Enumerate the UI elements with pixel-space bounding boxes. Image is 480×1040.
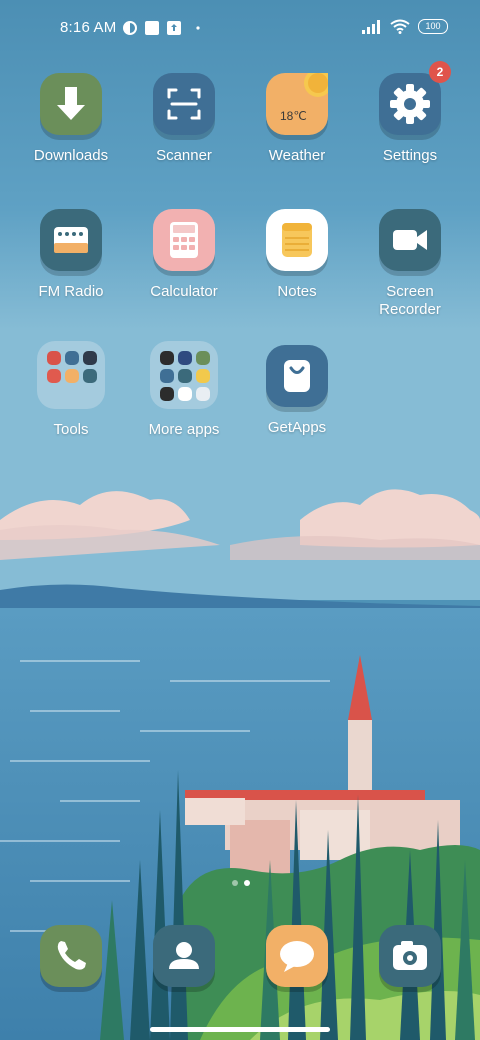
app-label: Notes [277,283,317,300]
mini-browser-icon [196,369,210,383]
messages-icon[interactable] [266,925,328,987]
notes-icon [266,209,328,271]
folder-icon [37,341,105,409]
mini-amazon-icon [160,351,174,365]
folder-more-apps[interactable]: More apps [129,341,239,439]
mini-play-store-icon [178,387,192,401]
app-label: More apps [148,421,220,438]
mini-facebook-icon [178,351,192,365]
app-notes[interactable]: Notes [242,209,352,301]
settings-gear-icon: 2 [379,61,451,135]
app-label-line: Recorder [379,301,441,318]
mini-security-icon [47,369,61,383]
app-getapps[interactable]: GetApps [242,345,352,437]
more-notifications-dot-icon [196,25,201,30]
app-screen-recorder[interactable]: Screen Recorder [355,209,465,319]
mini-tv-icon [196,351,210,365]
mini-netflix-icon [160,387,174,401]
app-weather[interactable]: 18℃ Weather [242,73,352,165]
upload-notification-icon [167,20,182,35]
downloads-icon [40,73,102,135]
notification-badge: 2 [429,61,451,83]
page-indicator [232,880,250,886]
page-dot-active [244,880,250,886]
mini-recorder-icon [47,351,61,365]
camera-icon[interactable] [379,925,441,987]
app-label: Downloads [33,147,109,164]
app-fm-radio[interactable]: FM Radio [16,209,126,301]
weather-temperature: 18℃ [280,109,307,123]
app-label-line: Screen [386,283,434,300]
weather-icon: 18℃ [266,73,328,135]
mini-clock-icon [83,351,97,365]
mini-compass-icon [83,369,97,383]
scanner-icon [153,73,215,135]
contacts-icon[interactable] [153,925,215,987]
battery-indicator: 100 [418,19,448,34]
wifi-icon [390,19,410,34]
data-saver-icon [123,20,138,35]
app-scanner[interactable]: Scanner [129,73,239,165]
notification-square-icon [145,20,160,35]
page-dot [232,880,238,886]
mini-cleaner-icon [65,351,79,365]
app-label: Weather [268,147,326,164]
app-label: Screen Recorder [355,283,465,319]
app-label: FM Radio [38,283,104,300]
phone-icon[interactable] [40,925,102,987]
dock [0,925,480,995]
calculator-icon [153,209,215,271]
folder-icon [150,341,218,409]
radio-icon [40,209,102,271]
app-downloads[interactable]: Downloads [16,73,126,165]
video-camera-icon [379,209,441,271]
clock: 8:16 AM [60,19,117,36]
status-bar: 8:16 AM 100 [0,0,480,56]
mini-app-icon [178,369,192,383]
home-gesture-bar[interactable] [150,1027,330,1032]
app-label: Scanner [156,147,212,164]
app-label: Settings [382,147,438,164]
mini-files-icon [65,369,79,383]
app-calculator[interactable]: Calculator [129,209,239,301]
signal-icon [362,19,380,34]
shopping-bag-icon [266,345,328,407]
app-label: GetApps [267,419,327,436]
app-label: Tools [53,421,89,438]
folder-tools[interactable]: Tools [16,341,126,439]
app-label: Calculator [150,283,218,300]
mini-photos-icon [196,387,210,401]
app-settings[interactable]: 2 Settings [355,61,465,165]
mini-linkedin-icon [160,369,174,383]
